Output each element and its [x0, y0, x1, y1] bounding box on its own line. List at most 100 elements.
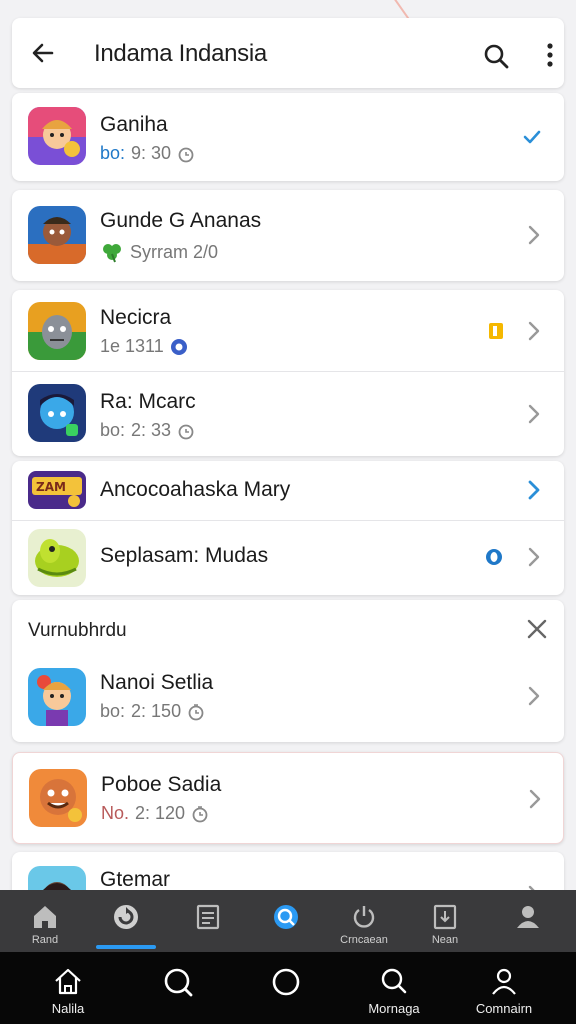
nav-search[interactable] — [128, 952, 228, 1024]
tab-label: Rand — [31, 934, 59, 946]
search-icon — [164, 968, 193, 997]
circle-icon — [272, 968, 300, 996]
chevron-right-icon[interactable] — [526, 320, 542, 342]
tab-refresh[interactable] — [86, 890, 166, 952]
back-arrow-icon[interactable] — [30, 40, 56, 66]
app-meta: bo: 2: 33 — [100, 420, 195, 441]
clover-icon — [103, 244, 121, 263]
circle-badge-icon — [486, 549, 502, 565]
power-icon — [353, 906, 375, 928]
meta-value: 2: 150 — [131, 701, 182, 721]
app-icon — [28, 529, 86, 587]
chevron-right-icon[interactable] — [526, 224, 542, 246]
list-item[interactable]: Poboe Sadia No. 2: 120 — [13, 753, 563, 843]
document-icon — [196, 904, 220, 930]
home-icon — [55, 968, 81, 995]
app-card: Necicra 1e 1311 Ra: Mcarc bo: 2: 33 — [12, 290, 564, 456]
refresh-icon — [114, 905, 138, 929]
check-icon[interactable] — [522, 126, 542, 148]
app-card: ZAM Ancocoahaska Mary Seplasam: Mudas — [12, 461, 564, 595]
meta-value: Syrram 2/0 — [130, 241, 219, 262]
meta-prefix: bo: — [100, 143, 126, 163]
app-meta: 1e 1311 — [100, 336, 188, 357]
meta-prefix: bo: — [100, 420, 126, 440]
list-item[interactable]: Ra: Mcarc bo: 2: 33 — [12, 372, 564, 456]
section-label: Vurnubhrdu — [28, 620, 127, 641]
verified-icon — [170, 338, 187, 355]
chevron-right-icon[interactable] — [526, 546, 542, 568]
list-item[interactable]: Gunde G Ananas Syrram 2/0 — [12, 190, 564, 281]
meta-value: 9: 30 — [131, 143, 172, 163]
app-meta: Syrram 2/0 — [100, 240, 218, 264]
tab-label: Crncaean — [340, 934, 388, 946]
list-item[interactable]: Necicra 1e 1311 — [12, 290, 564, 372]
app-name: Ancocoahaska Mary — [100, 478, 291, 501]
timer-icon — [192, 805, 208, 822]
app-meta: No. 2: 120 — [101, 803, 209, 824]
games-icon — [274, 905, 298, 929]
list-item[interactable]: ZAM Ancocoahaska Mary — [12, 461, 564, 521]
app-icon: ZAM — [28, 471, 86, 509]
app-card: Ganiha bo: 9: 30 — [12, 93, 564, 181]
app-meta: bo: 2: 150 — [100, 701, 205, 722]
app-icon — [28, 302, 86, 360]
app-card: Poboe Sadia No. 2: 120 — [12, 752, 564, 844]
app-name: Ra: Mcarc — [100, 390, 196, 413]
system-nav-bar: Nalila Mornaga Comnairn — [0, 952, 576, 1024]
app-header: Indama Indansia — [12, 18, 564, 88]
app-name: Ganiha — [100, 113, 168, 136]
tab-home[interactable]: Rand — [5, 890, 85, 952]
app-icon — [28, 107, 86, 165]
person-icon — [492, 968, 516, 995]
meta-prefix: bo: — [100, 701, 126, 721]
meta-prefix: No. — [101, 803, 130, 823]
active-tab-indicator — [96, 945, 156, 949]
close-icon[interactable] — [526, 618, 548, 640]
chevron-right-icon[interactable] — [526, 479, 542, 501]
nav-label: Mornaga — [368, 1001, 420, 1016]
home-icon — [34, 906, 56, 928]
tab-power[interactable]: Crncaean — [324, 890, 404, 952]
app-name: Gunde G Ananas — [100, 209, 262, 232]
chevron-right-icon[interactable] — [527, 788, 543, 810]
nav-search-secondary[interactable]: Mornaga — [344, 952, 444, 1024]
app-icon — [28, 384, 86, 442]
tab-document[interactable] — [168, 890, 248, 952]
nav-label: Comnairn — [475, 1001, 533, 1016]
nav-profile[interactable]: Comnairn — [454, 952, 554, 1024]
tab-bar: Rand Crncaean Nean — [0, 890, 576, 952]
app-name: Nanoi Setlia — [100, 671, 214, 694]
app-meta: bo: 9: 30 — [100, 143, 195, 164]
timer-icon — [188, 703, 204, 720]
clock-icon — [178, 147, 194, 162]
svg-text:ZAM: ZAM — [36, 480, 66, 494]
flag-badge-icon — [489, 323, 503, 339]
app-icon — [29, 769, 87, 827]
meta-value: 2: 33 — [131, 420, 172, 440]
tab-games[interactable] — [246, 890, 326, 952]
nav-circle[interactable] — [236, 952, 336, 1024]
list-item[interactable]: Nanoi Setlia bo: 2: 150 — [12, 656, 564, 742]
tab-profile[interactable] — [488, 890, 568, 952]
nav-label: Nalila — [51, 1001, 85, 1016]
app-name: Gtemar — [100, 868, 171, 891]
download-icon — [433, 904, 457, 930]
app-card: Gunde G Ananas Syrram 2/0 — [12, 190, 564, 281]
meta-value: 2: 120 — [135, 803, 186, 823]
app-name: Seplasam: Mudas — [100, 544, 269, 567]
search-icon — [381, 968, 407, 994]
list-item[interactable]: Seplasam: Mudas — [12, 521, 564, 595]
chevron-right-icon[interactable] — [526, 403, 542, 425]
search-icon[interactable] — [482, 42, 510, 70]
section-card: Vurnubhrdu Nanoi Setlia bo: 2: 150 — [12, 600, 564, 742]
app-icon — [28, 206, 86, 264]
app-icon — [28, 668, 86, 726]
page-title: Indama Indansia — [94, 40, 267, 67]
clock-icon — [178, 424, 194, 439]
more-vertical-icon[interactable] — [542, 42, 558, 68]
list-item[interactable]: Ganiha bo: 9: 30 — [12, 93, 564, 181]
tab-download[interactable]: Nean — [405, 890, 485, 952]
app-name: Necicra — [100, 306, 172, 329]
chevron-right-icon[interactable] — [526, 685, 542, 707]
nav-home[interactable]: Nalila — [18, 952, 118, 1024]
